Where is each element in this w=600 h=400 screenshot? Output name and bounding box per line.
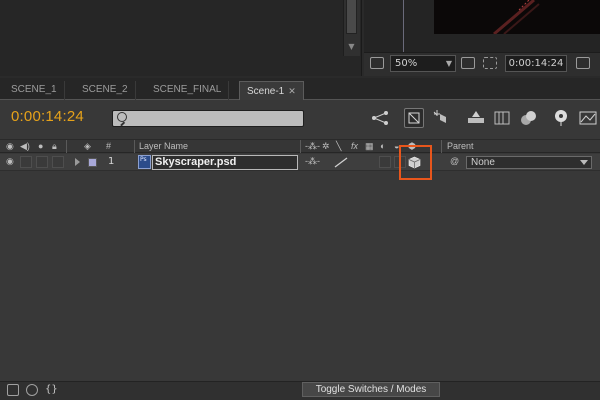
toggle-switches-modes-button[interactable]: Toggle Switches / Modes — [302, 382, 440, 397]
solo-icon[interactable]: ● — [38, 141, 43, 151]
motion-blur-icon[interactable] — [492, 108, 512, 128]
photoshop-file-icon: Ps — [138, 155, 151, 169]
layer-shy-switch-icon[interactable]: -⁂- — [305, 156, 320, 167]
parent-value: None — [471, 157, 495, 168]
tab-scene-2[interactable]: SCENE_2 — [75, 81, 136, 100]
parent-select[interactable]: None — [466, 156, 592, 169]
layer-name-header[interactable]: Layer Name — [139, 141, 188, 151]
layer-column-header: ◉ ◀) ● 🔒︎ ◈ # Layer Name -⁂- ✲ ╲ fx ▦ ◐ … — [0, 139, 600, 153]
composition-tab-bar: SCENE_1 SCENE_2 SCENE_FINAL Scene-1 ✕ — [0, 78, 600, 100]
chart-view-icon[interactable] — [578, 108, 598, 128]
in-out-duration-icon[interactable]: {} — [45, 384, 58, 396]
grid-guides-icon[interactable] — [461, 57, 475, 69]
label-color-swatch[interactable] — [88, 158, 97, 167]
graph-editor-icon[interactable] — [552, 108, 572, 128]
collapse-switch-icon[interactable]: ✲ — [322, 141, 330, 152]
timeline-bottom-bar — [0, 381, 600, 400]
current-time-display[interactable]: 0:00:14:24 — [11, 108, 84, 125]
parent-pickwhip-icon[interactable]: @ — [450, 156, 459, 166]
tab-scene-final[interactable]: SCENE_FINAL — [146, 81, 230, 100]
layer-switches-icon[interactable] — [7, 384, 19, 396]
table-row[interactable]: ◉ 1 Ps Skyscraper.psd -⁂- @ None — [0, 154, 600, 171]
frame-blending-icon[interactable] — [466, 108, 486, 128]
chevron-down-icon — [580, 160, 588, 165]
visibility-eye-icon[interactable]: ◉ — [6, 156, 14, 167]
project-panel — [0, 0, 362, 76]
tab-scene-1-active[interactable]: Scene-1 ✕ — [239, 81, 304, 100]
effects-switch-icon[interactable]: fx — [351, 141, 358, 151]
audio-toggle[interactable] — [20, 156, 32, 168]
always-preview-icon[interactable] — [370, 57, 384, 69]
region-of-interest-icon[interactable] — [483, 57, 497, 69]
lock-toggle[interactable] — [52, 156, 64, 168]
layer-name-field[interactable]: Skyscraper.psd — [152, 155, 298, 170]
highlight-box — [399, 145, 432, 180]
search-icon — [117, 112, 127, 127]
viewer-time-display[interactable]: 0:00:14:24 — [505, 55, 567, 72]
camera-snapshot-icon[interactable] — [576, 57, 590, 69]
label-tag-icon[interactable]: ◈ — [84, 141, 91, 152]
frame-blend-switch-icon[interactable]: ▦ — [365, 141, 374, 152]
layer-number: 1 — [108, 156, 115, 167]
transfer-controls-icon[interactable] — [26, 384, 38, 396]
zoom-value: 50% — [395, 58, 418, 69]
shy-layers-icon[interactable] — [432, 108, 452, 128]
zoom-select[interactable]: 50% ▼ — [390, 55, 456, 72]
composition-mini-flowchart-icon[interactable] — [370, 108, 390, 128]
scroll-down-arrow-icon[interactable]: ▼ — [343, 40, 360, 54]
brainstorm-icon[interactable] — [518, 108, 538, 128]
expand-triangle-icon[interactable] — [75, 158, 80, 166]
parent-header: Parent — [447, 141, 474, 151]
eye-icon[interactable]: ◉ — [6, 141, 14, 152]
audio-icon[interactable]: ◀) — [20, 141, 30, 152]
tab-scene-1[interactable]: SCENE_1 — [4, 81, 65, 100]
layer-motion-blur-switch[interactable] — [379, 156, 391, 168]
motion-blur-switch-icon[interactable]: ◐ — [380, 141, 385, 151]
shy-switch-icon[interactable]: -⁂- — [305, 141, 320, 152]
solo-toggle[interactable] — [36, 156, 48, 168]
viewer-divider — [403, 0, 404, 52]
skyscraper-preview-image — [493, 0, 540, 34]
scrollbar-thumb[interactable] — [346, 0, 357, 34]
lock-icon[interactable]: 🔒︎ — [52, 141, 57, 152]
close-icon[interactable]: ✕ — [288, 86, 296, 96]
draft-3d-icon[interactable] — [404, 108, 424, 128]
layer-number-header: # — [106, 141, 112, 151]
layer-quality-switch-icon[interactable] — [334, 157, 348, 168]
chevron-down-icon: ▼ — [445, 59, 452, 68]
layer-search-input[interactable] — [112, 110, 304, 127]
quality-switch-icon[interactable]: ╲ — [336, 141, 341, 152]
viewer-image — [434, 0, 600, 34]
